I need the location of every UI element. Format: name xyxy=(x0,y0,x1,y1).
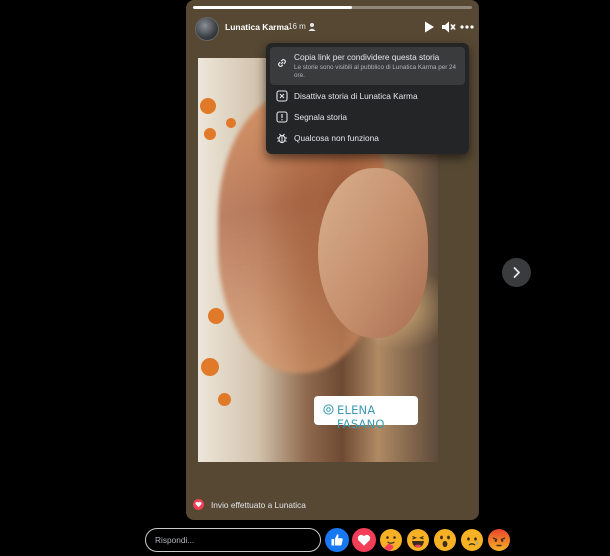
story-time: 16 m xyxy=(288,22,306,31)
menu-item-label: Segnala storia xyxy=(294,112,348,122)
story-header: Lunatica Karma 16 m xyxy=(186,14,479,42)
mute-icon[interactable] xyxy=(440,19,456,35)
story-progress-bar xyxy=(193,6,472,9)
dress-flower xyxy=(201,358,219,376)
dress-flower xyxy=(226,118,236,128)
reaction-like-button[interactable] xyxy=(325,528,349,552)
menu-item-label: Disattiva storia di Lunatica Karma xyxy=(294,91,418,101)
avatar[interactable] xyxy=(195,17,219,41)
next-story-button[interactable] xyxy=(502,258,531,287)
chevron-right-icon xyxy=(513,267,520,278)
menu-item-something-wrong[interactable]: Qualcosa non funziona xyxy=(270,129,465,147)
more-options-icon[interactable] xyxy=(459,19,475,35)
reaction-love-button[interactable] xyxy=(352,528,376,552)
play-icon[interactable] xyxy=(421,19,437,35)
menu-item-label: Qualcosa non funziona xyxy=(294,133,379,143)
story-photo-face xyxy=(318,168,428,338)
people-icon xyxy=(308,23,316,31)
dress-flower xyxy=(200,98,216,114)
reaction-care-button[interactable] xyxy=(379,528,403,552)
story-author[interactable]: Lunatica Karma xyxy=(225,22,289,32)
mention-name: ELENA FASANO xyxy=(337,403,385,431)
at-icon xyxy=(323,404,334,415)
menu-item-label: Copia link per condividere questa storia xyxy=(294,52,440,62)
angry-emoji-icon xyxy=(488,529,510,551)
close-box-icon xyxy=(276,90,288,102)
haha-emoji-icon xyxy=(407,529,429,551)
reaction-angry-button[interactable] xyxy=(487,528,511,552)
like-icon xyxy=(325,528,349,552)
menu-item-description: Le storie sono visibili al pubblico di L… xyxy=(294,64,457,80)
reply-input[interactable] xyxy=(145,528,321,552)
bug-icon xyxy=(277,133,287,144)
sad-emoji-icon xyxy=(461,529,483,551)
care-emoji-icon xyxy=(380,529,402,552)
love-icon xyxy=(352,528,376,552)
dress-flower xyxy=(208,308,224,324)
dress-flower xyxy=(218,393,231,406)
dress-flower xyxy=(204,128,216,140)
report-icon xyxy=(276,111,288,123)
sent-notice-text: Invio effettuato a Lunatica xyxy=(211,500,306,510)
menu-item-copy-link[interactable]: Copia link per condividere questa storia… xyxy=(270,47,465,85)
heart-icon xyxy=(193,499,204,510)
mention-sticker[interactable]: ELENA FASANO xyxy=(314,396,418,431)
link-icon xyxy=(278,59,286,67)
story-options-menu: Copia link per condividere questa storia… xyxy=(266,43,469,154)
menu-item-report-story[interactable]: Segnala storia xyxy=(270,108,465,126)
story-progress-fill xyxy=(193,6,353,9)
reaction-wow-button[interactable] xyxy=(433,528,457,552)
menu-item-disable-story[interactable]: Disattiva storia di Lunatica Karma xyxy=(270,87,465,105)
reaction-haha-button[interactable] xyxy=(406,528,430,552)
wow-emoji-icon xyxy=(434,529,456,551)
reaction-sad-button[interactable] xyxy=(460,528,484,552)
